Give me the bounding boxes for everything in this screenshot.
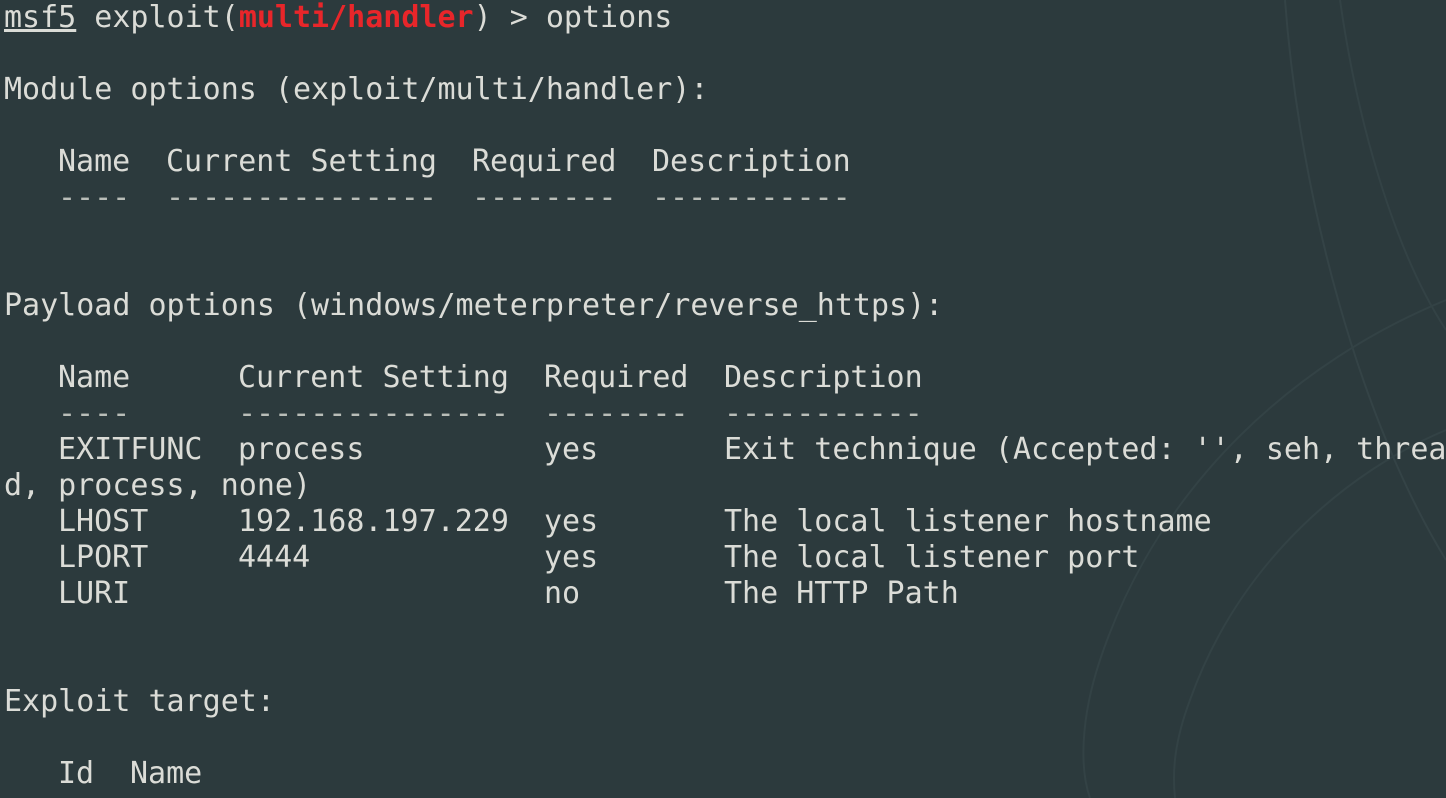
column-underline: ---- [58, 180, 131, 215]
option-description: The local listener port [724, 540, 1140, 575]
column-header-id: Id [58, 756, 95, 791]
prompt-name: msf5 [4, 0, 77, 35]
table-row-luri: LURI no The HTTP Path [4, 576, 959, 612]
column-header-description: Description [724, 360, 923, 395]
prompt-command: options [545, 0, 673, 35]
option-name: LURI [58, 576, 131, 611]
payload-options-underline-row: ---- --------------- -------- ----------… [4, 396, 943, 432]
module-options-heading: Module options (exploit/multi/handler): [4, 72, 709, 107]
option-description: The local listener hostname [724, 504, 1212, 539]
option-name: EXITFUNC [58, 432, 203, 467]
option-description: The HTTP Path [724, 576, 959, 611]
prompt-line: msf5 exploit(multi/handler) > options [4, 0, 943, 36]
payload-options-heading: Payload options (windows/meterpreter/rev… [4, 288, 944, 323]
column-header-current-setting: Current Setting [166, 144, 437, 179]
table-row-lport: LPORT 4444 yes The local listener port [4, 540, 1139, 576]
option-description-wrap: d, process, none) [4, 468, 312, 503]
option-setting: process [238, 432, 365, 467]
column-header-name: Name [130, 756, 203, 791]
option-description: Exit technique (Accepted: '', seh, threa [724, 432, 1446, 467]
table-row-exitfunc-wrap: d, process, none) [4, 468, 943, 504]
column-underline: ----------- [724, 396, 923, 431]
column-header-name: Name [58, 360, 131, 395]
option-required: yes [544, 540, 599, 575]
table-row-lhost: LHOST 192.168.197.229 yes The local list… [4, 504, 1212, 540]
exploit-target-header-row: Id Name [4, 756, 943, 792]
column-underline: --------------- [238, 396, 509, 431]
prompt-module: multi/handler [238, 0, 474, 35]
column-underline: -------- [472, 180, 617, 215]
column-underline: --------------- [166, 180, 437, 215]
column-underline: ---- [58, 396, 131, 431]
prompt-context-suffix: ) > [473, 0, 546, 35]
terminal-window[interactable]: msf5 exploit(multi/handler) > options Mo… [0, 0, 1446, 798]
option-name: LHOST [58, 504, 149, 539]
prompt-context-prefix: exploit( [76, 0, 239, 35]
table-row-exitfunc: EXITFUNC process yes Exit technique (Acc… [4, 432, 1446, 468]
terminal-output: msf5 exploit(multi/handler) > options Mo… [4, 0, 1446, 792]
option-setting: 4444 [238, 540, 311, 575]
column-header-name: Name [58, 144, 131, 179]
option-setting: 192.168.197.229 [238, 504, 509, 539]
option-required: yes [544, 504, 599, 539]
column-header-required: Required [544, 360, 689, 395]
column-header-current-setting: Current Setting [238, 360, 509, 395]
payload-options-header-row: Name Current Setting Required Descriptio… [4, 360, 943, 396]
column-header-description: Description [652, 144, 851, 179]
column-header-required: Required [472, 144, 617, 179]
option-name: LPORT [58, 540, 149, 575]
option-required: no [544, 576, 581, 611]
exploit-target-heading: Exploit target: [4, 684, 275, 719]
column-underline: ----------- [652, 180, 851, 215]
option-required: yes [544, 432, 599, 467]
column-underline: -------- [544, 396, 689, 431]
module-options-header-row: Name Current Setting Required Descriptio… [4, 144, 943, 180]
module-options-underline-row: ---- --------------- -------- ----------… [4, 180, 943, 216]
